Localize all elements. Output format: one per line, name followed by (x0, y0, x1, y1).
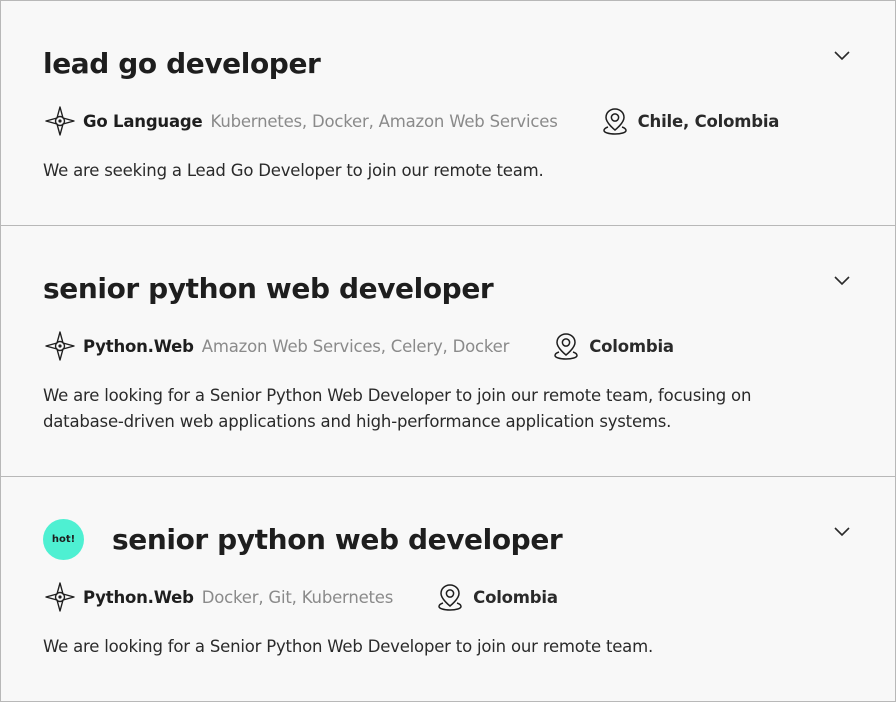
compass-star-icon (45, 582, 75, 612)
compass-star-icon (45, 106, 75, 136)
primary-skill: Python.Web (83, 587, 194, 607)
compass-star-icon (45, 331, 75, 361)
other-skills: Docker, Git, Kubernetes (201, 587, 394, 607)
job-description: We are looking for a Senior Python Web D… (43, 386, 752, 431)
job-title[interactable]: senior python web developer (112, 523, 563, 556)
job-card-lead-go-developer[interactable]: lead go developer Go Language Kubernetes… (1, 1, 895, 225)
job-meta: Python.Web Docker, Git, Kubernetes Colom… (45, 582, 558, 612)
primary-skill: Python.Web (83, 336, 194, 356)
map-pin-icon (553, 332, 579, 360)
primary-skill: Go Language (83, 111, 203, 131)
other-skills: Kubernetes, Docker, Amazon Web Services (210, 111, 558, 131)
job-location: Colombia (589, 336, 674, 356)
chevron-down-icon[interactable] (833, 525, 851, 537)
job-title[interactable]: senior python web developer (43, 272, 494, 305)
job-meta: Go Language Kubernetes, Docker, Amazon W… (45, 106, 779, 136)
job-description: We are seeking a Lead Go Developer to jo… (43, 161, 544, 180)
other-skills: Amazon Web Services, Celery, Docker (201, 336, 510, 356)
chevron-down-icon[interactable] (833, 274, 851, 286)
job-location: Chile, Colombia (637, 111, 780, 131)
job-description: We are looking for a Senior Python Web D… (43, 637, 654, 656)
job-card-senior-python-web-developer[interactable]: senior python web developer Python.Web A… (1, 226, 895, 476)
map-pin-icon (602, 107, 628, 135)
job-title[interactable]: lead go developer (43, 47, 321, 80)
job-location: Colombia (473, 587, 558, 607)
job-card-senior-python-web-developer-hot[interactable]: hot! senior python web developer Python.… (1, 477, 895, 701)
job-list: lead go developer Go Language Kubernetes… (0, 0, 896, 702)
map-pin-icon (437, 583, 463, 611)
hot-badge: hot! (43, 519, 84, 560)
chevron-down-icon[interactable] (833, 49, 851, 61)
job-meta: Python.Web Amazon Web Services, Celery, … (45, 331, 674, 361)
